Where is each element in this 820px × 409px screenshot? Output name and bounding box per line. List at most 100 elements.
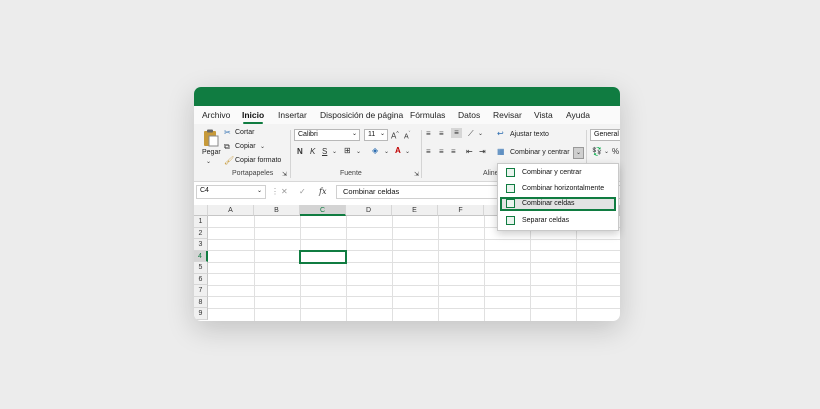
fill-dropdown-icon[interactable]: ⌄	[384, 147, 389, 157]
menu-item-label: Combinar horizontalmente	[522, 185, 605, 192]
align-bottom-icon[interactable]: ≡	[451, 128, 462, 138]
font-family-select[interactable]: Calibri ⌄	[294, 129, 360, 141]
unmerge-cells-icon	[506, 216, 515, 225]
menu-item-unmerge-cells[interactable]: Separar celdas	[500, 214, 616, 228]
column-header[interactable]: F	[438, 205, 484, 216]
fill-color-icon[interactable]: ◈	[372, 146, 378, 156]
align-right-icon[interactable]: ≡	[451, 147, 456, 157]
gridline	[346, 216, 347, 321]
merge-center-icon	[506, 168, 515, 177]
merge-dropdown-button[interactable]: ⌄	[573, 147, 584, 159]
decrease-font-icon[interactable]: Aˇ	[404, 129, 410, 142]
font-launcher-icon[interactable]: ⇲	[414, 170, 419, 180]
chevron-down-icon: ⌄	[351, 131, 357, 137]
column-header[interactable]: D	[346, 205, 392, 216]
row-header[interactable]: 2	[194, 227, 208, 239]
chevron-down-icon: ⌄	[379, 131, 385, 137]
copy-icon: ⧉	[224, 142, 230, 151]
increase-indent-icon[interactable]: ⇥	[479, 147, 486, 157]
decrease-indent-icon[interactable]: ⇤	[466, 147, 473, 157]
gridline	[438, 216, 439, 321]
tab-disposicion[interactable]: Disposición de página	[320, 110, 403, 120]
borders-icon[interactable]: ⊞	[344, 146, 351, 156]
paste-icon[interactable]	[203, 129, 219, 147]
cut-button[interactable]: Cortar	[235, 129, 254, 136]
clipboard-launcher-icon[interactable]: ⇲	[282, 170, 287, 180]
menu-item-merge-center[interactable]: Combinar y centrar	[500, 166, 616, 180]
increase-font-icon[interactable]: A^	[391, 129, 399, 142]
row-header-selected[interactable]: 4	[194, 250, 208, 262]
gridline	[300, 216, 301, 321]
selected-cell-c4[interactable]	[299, 249, 347, 264]
row-header[interactable]: 3	[194, 239, 208, 251]
tab-ayuda[interactable]: Ayuda	[566, 110, 590, 120]
row-header[interactable]: 9	[194, 308, 208, 320]
tab-vista[interactable]: Vista	[534, 110, 553, 120]
title-bar	[194, 87, 620, 106]
select-all-corner[interactable]	[194, 205, 208, 216]
merge-center-button[interactable]: Combinar y centrar	[510, 149, 570, 156]
wrap-text-icon: ↩	[497, 129, 504, 138]
font-group-label: Fuente	[340, 170, 362, 177]
confirm-icon[interactable]: ✓	[299, 187, 306, 197]
tab-formulas[interactable]: Fórmulas	[410, 110, 445, 120]
align-middle-icon[interactable]: ≡	[439, 129, 444, 139]
currency-icon[interactable]: 💱	[592, 147, 602, 157]
format-painter-button[interactable]: Copiar formato	[235, 157, 281, 164]
more-icon: ⋮	[271, 187, 279, 196]
gridline	[254, 216, 255, 321]
orientation-icon[interactable]: ⟋	[468, 129, 474, 139]
underline-dropdown-icon[interactable]: ⌄	[332, 147, 337, 157]
column-header[interactable]: A	[208, 205, 254, 216]
underline-button[interactable]: S	[322, 147, 327, 157]
number-format-select[interactable]: General	[590, 129, 620, 141]
cancel-icon[interactable]: ✕	[281, 187, 288, 197]
align-left-icon[interactable]: ≡	[426, 147, 431, 157]
group-separator	[421, 130, 422, 178]
column-header-selected[interactable]: C	[300, 205, 346, 216]
font-size-select[interactable]: 11 ⌄	[364, 129, 388, 141]
menu-item-merge-cells[interactable]: Combinar celdas	[500, 197, 616, 211]
row-header[interactable]: 5	[194, 262, 208, 274]
row-header[interactable]: 8	[194, 296, 208, 308]
copy-button[interactable]: Copiar	[235, 143, 256, 150]
merge-across-icon	[506, 184, 515, 193]
tab-revisar[interactable]: Revisar	[493, 110, 522, 120]
orientation-dropdown-icon[interactable]: ⌄	[478, 129, 483, 139]
name-box[interactable]: C4 ⌄	[196, 185, 266, 199]
font-color-dropdown-icon[interactable]: ⌄	[405, 147, 410, 157]
format-painter-icon: 🖌	[224, 156, 235, 165]
currency-dropdown-icon[interactable]: ⌄	[604, 147, 609, 157]
merge-icon: ▦	[497, 147, 505, 156]
row-header[interactable]: 7	[194, 285, 208, 297]
gridline	[484, 216, 485, 321]
copy-dropdown-icon[interactable]: ⌄	[260, 142, 265, 152]
merge-dropdown-menu: Combinar y centrar Combinar horizontalme…	[497, 163, 619, 231]
insert-function-icon[interactable]: fx	[319, 187, 326, 197]
align-center-icon[interactable]: ≡	[439, 147, 444, 157]
italic-button[interactable]: K	[310, 147, 315, 157]
wrap-text-button[interactable]: Ajustar texto	[510, 131, 549, 138]
paste-button[interactable]: Pegar	[202, 149, 221, 156]
paste-dropdown-icon[interactable]: ⌄	[206, 157, 211, 167]
font-color-icon[interactable]: A	[395, 146, 401, 156]
scissors-icon: ✂	[224, 128, 231, 137]
bold-button[interactable]: N	[297, 147, 303, 157]
percent-icon[interactable]: %	[612, 147, 619, 157]
row-header[interactable]: 1	[194, 216, 208, 228]
gridline	[208, 273, 620, 274]
gridline	[208, 250, 620, 251]
tab-insertar[interactable]: Insertar	[278, 110, 307, 120]
tab-inicio[interactable]: Inicio	[242, 110, 264, 120]
row-header[interactable]: 6	[194, 273, 208, 285]
tab-datos[interactable]: Datos	[458, 110, 480, 120]
align-top-icon[interactable]: ≡	[426, 129, 431, 139]
borders-dropdown-icon[interactable]: ⌄	[356, 147, 361, 157]
column-header[interactable]: B	[254, 205, 300, 216]
gridline	[208, 284, 620, 286]
tab-archivo[interactable]: Archivo	[202, 110, 230, 120]
menu-item-label: Combinar y centrar	[522, 169, 582, 176]
column-header[interactable]: E	[392, 205, 438, 216]
merge-cells-icon	[506, 199, 515, 208]
menu-item-merge-across[interactable]: Combinar horizontalmente	[500, 182, 616, 196]
